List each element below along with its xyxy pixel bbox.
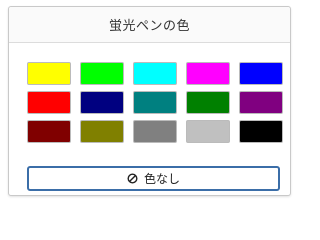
swatch-purple[interactable] bbox=[239, 91, 283, 114]
swatch-gray[interactable] bbox=[133, 120, 177, 143]
swatch-silver[interactable] bbox=[186, 120, 230, 143]
panel-title: 蛍光ペンの色 bbox=[108, 19, 190, 34]
swatch-cyan[interactable] bbox=[133, 62, 177, 85]
color-swatch-grid bbox=[27, 62, 283, 143]
no-entry-icon bbox=[127, 173, 138, 184]
swatch-magenta[interactable] bbox=[186, 62, 230, 85]
panel-header: 蛍光ペンの色 bbox=[9, 7, 290, 43]
swatch-olive[interactable] bbox=[80, 120, 124, 143]
no-color-button[interactable]: 色なし bbox=[27, 166, 280, 191]
swatch-yellow[interactable] bbox=[27, 62, 71, 85]
no-color-label: 色なし bbox=[143, 172, 180, 186]
swatch-blue[interactable] bbox=[239, 62, 283, 85]
swatch-bright-green[interactable] bbox=[80, 62, 124, 85]
swatch-navy[interactable] bbox=[80, 91, 124, 114]
highlighter-color-panel: 蛍光ペンの色 色なし bbox=[8, 6, 291, 196]
swatch-black[interactable] bbox=[239, 120, 283, 143]
swatch-maroon[interactable] bbox=[27, 120, 71, 143]
swatch-green[interactable] bbox=[186, 91, 230, 114]
swatch-teal[interactable] bbox=[133, 91, 177, 114]
swatch-red[interactable] bbox=[27, 91, 71, 114]
